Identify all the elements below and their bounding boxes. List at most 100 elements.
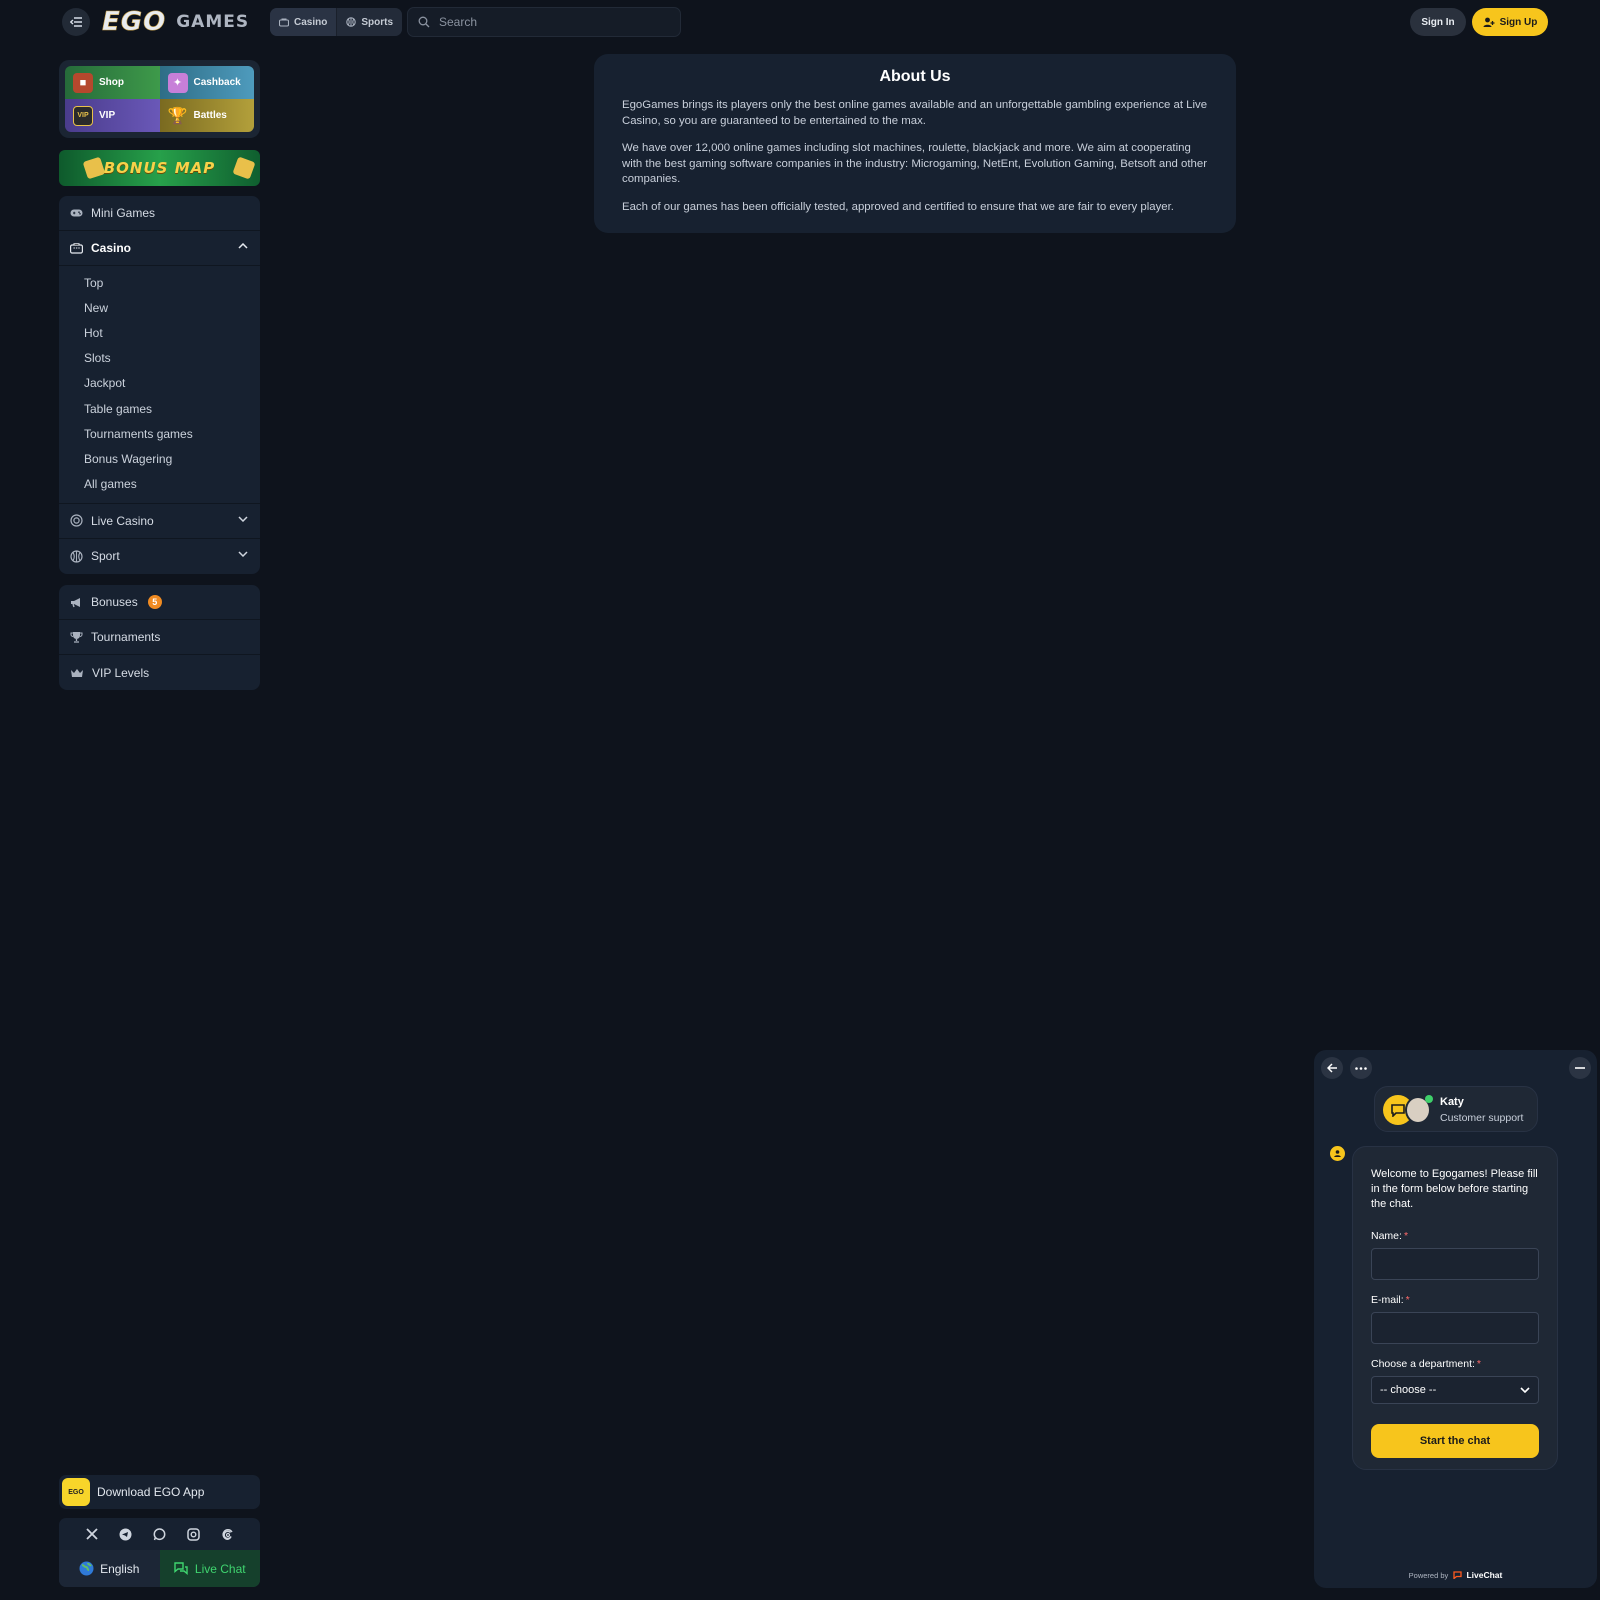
chevron-down-icon[interactable] [238,516,248,522]
search-input[interactable] [439,15,659,29]
required-mark: * [1403,1230,1409,1242]
required-mark: * [1476,1358,1481,1370]
nav-tournaments[interactable]: Tournaments [59,620,260,655]
nav-vip-levels-label: VIP Levels [92,665,150,680]
bot-avatar-icon [1330,1146,1345,1161]
language-label: English [100,1561,140,1576]
casino-icon [70,242,83,254]
threads-icon[interactable] [220,1526,236,1542]
globe-icon [79,1561,94,1576]
bonus-map-label: BONUS MAP [103,159,216,177]
live-chat-button[interactable]: Live Chat [159,1550,260,1587]
cashback-icon: ✦ [167,72,188,93]
promo-grid: ■ Shop ✦ Cashback VIP VIP 🏆 Battles [59,60,260,138]
agent-role: Customer support [1440,1112,1524,1124]
department-select[interactable]: -- choose -- [1371,1376,1539,1404]
top-bar: EGO GAMES Casino Sports Sign In Sign Up [0,0,1600,44]
mode-casino-button[interactable]: Casino [270,8,337,36]
name-input[interactable] [1372,1249,1538,1279]
agent-name: Katy [1440,1096,1464,1108]
sign-in-button[interactable]: Sign In [1410,8,1466,36]
department-selected-value: -- choose -- [1380,1384,1437,1396]
logo-ego-text: EGO [102,7,167,38]
telegram-icon[interactable] [118,1526,134,1542]
social-card: English Live Chat [59,1518,260,1587]
sign-up-button[interactable]: Sign Up [1472,8,1548,36]
promo-vip-label: VIP [99,110,116,121]
casino-sub-table-games[interactable]: Table games [59,396,260,421]
chat-back-button[interactable] [1321,1057,1343,1079]
mode-sports-label: Sports [361,16,394,28]
chevron-down-icon[interactable] [238,551,248,557]
download-app-label: Download EGO App [97,1485,205,1499]
email-field [1371,1312,1539,1344]
nav-sport[interactable]: Sport [59,539,260,574]
bonus-map-banner[interactable]: BONUS MAP [59,150,260,186]
casino-submenu: Top New Hot Slots Jackpot Table games To… [59,266,260,504]
ball-icon [70,550,83,563]
promo-cashback-label: Cashback [193,77,241,88]
treasure-chest-icon: ■ [73,72,93,93]
casino-sub-jackpot[interactable]: Jackpot [59,371,260,396]
livechat-logo-icon [1453,1571,1462,1580]
promo-shop-label: Shop [99,77,124,88]
download-app-button[interactable]: EGO Download EGO App [59,1475,260,1509]
nav-casino[interactable]: Casino [59,231,260,266]
nav-bonuses[interactable]: Bonuses 5 [59,585,260,620]
casino-sub-bonus-wagering[interactable]: Bonus Wagering [59,446,260,471]
vip-shield-icon: VIP [73,105,93,126]
start-chat-button[interactable]: Start the chat [1371,1424,1539,1458]
chat-more-button[interactable] [1350,1057,1372,1079]
promo-battles[interactable]: 🏆 Battles [159,99,254,132]
nav-live-casino[interactable]: Live Casino [59,504,260,539]
search-box [407,7,681,37]
powered-by-text: Powered by [1408,1571,1449,1580]
nav-mini-games-label: Mini Games [91,206,156,220]
nav-vip-levels[interactable]: VIP Levels [59,655,260,690]
gamepad-icon [70,209,83,217]
language-selector[interactable]: English [59,1550,160,1587]
chat-icon [174,1561,188,1575]
casino-sub-hot[interactable]: Hot [59,320,260,345]
chevron-down-icon [1520,1387,1530,1393]
promo-vip[interactable]: VIP VIP [65,99,160,132]
nav-mini-games[interactable]: Mini Games [59,196,260,231]
instagram-icon[interactable] [186,1526,202,1542]
x-icon[interactable] [84,1526,100,1542]
main-nav: Mini Games Casino Top New Hot Slots Jack… [59,196,260,574]
megaphone-icon [71,597,80,607]
email-input[interactable] [1372,1313,1538,1343]
promo-shop[interactable]: ■ Shop [65,66,160,99]
promo-cashback[interactable]: ✦ Cashback [159,66,254,99]
chevron-up-icon[interactable] [238,243,248,249]
casino-sub-slots[interactable]: Slots [59,346,260,371]
whatsapp-icon[interactable] [152,1526,168,1542]
mode-sports-button[interactable]: Sports [336,8,403,36]
sidebar-toggle-button[interactable] [62,8,90,36]
extras-nav: Bonuses 5 Tournaments VIP Levels [59,585,260,690]
search-icon [418,16,430,28]
casino-sub-new[interactable]: New [59,295,260,320]
casino-sub-all-games[interactable]: All games [59,472,260,497]
online-status-indicator [1425,1095,1433,1103]
live-chat-label: Live Chat [194,1561,246,1576]
nav-sport-label: Sport [91,549,120,564]
casino-sub-tournaments-games[interactable]: Tournaments games [59,421,260,446]
powered-by[interactable]: Powered by LiveChat [1314,1570,1597,1580]
sports-icon [346,17,357,27]
required-mark: * [1405,1294,1410,1306]
about-paragraph-3: Each of our games has been officially te… [622,200,1174,213]
social-links [59,1518,260,1550]
about-paragraph-2: We have over 12,000 online games includi… [622,142,1208,186]
sign-up-label: Sign Up [1499,16,1538,28]
casino-icon [279,18,289,27]
arrow-left-icon [1326,1063,1337,1073]
email-field-label: E-mail: * [1371,1294,1410,1306]
mode-switch: Casino Sports [270,8,403,36]
roulette-icon [70,514,83,527]
site-logo[interactable]: EGO GAMES [102,7,249,38]
minimize-icon [1575,1067,1585,1069]
casino-sub-top[interactable]: Top [59,270,260,295]
trophy-icon: 🏆 [167,107,188,125]
chat-minimize-button[interactable] [1569,1057,1591,1079]
